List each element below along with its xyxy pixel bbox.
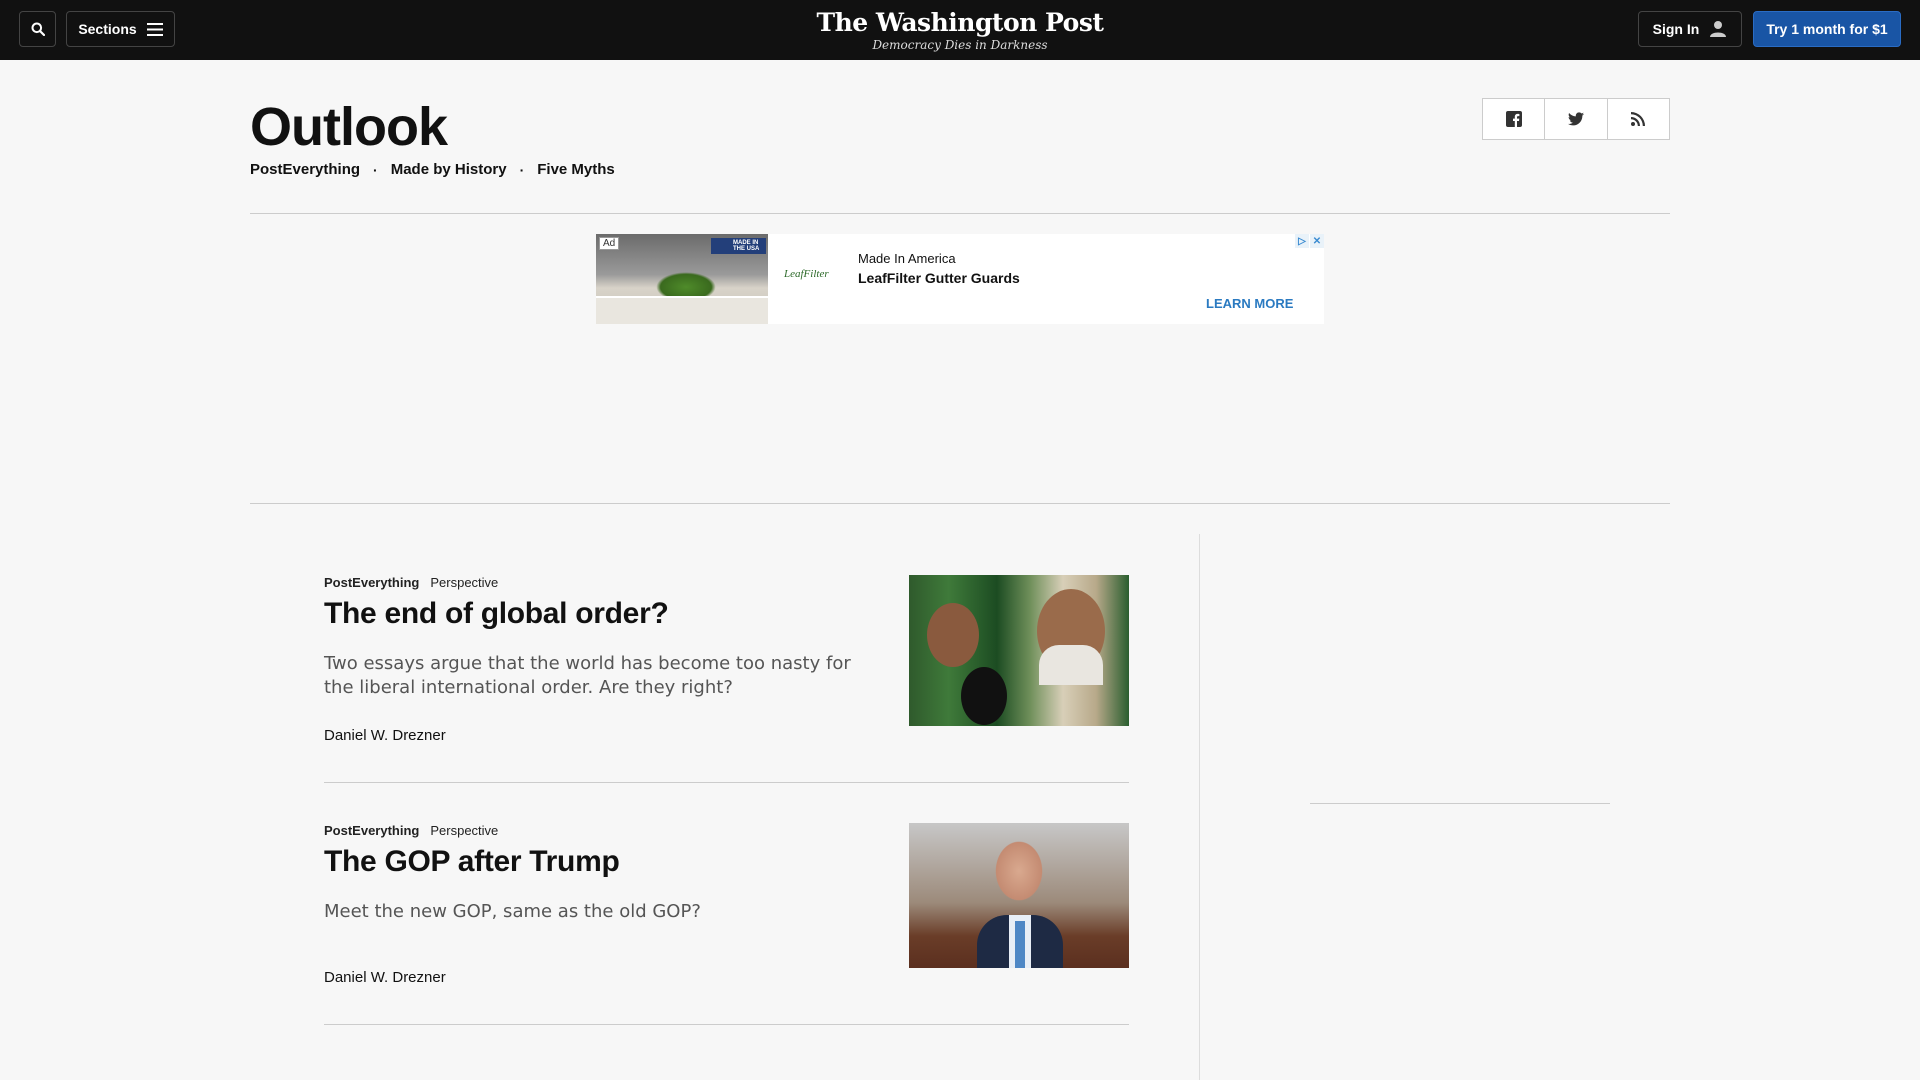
story-byline[interactable]: Daniel W. Drezner (324, 727, 446, 744)
story-label: Perspective (430, 575, 499, 590)
right-rail-divider (1310, 803, 1610, 804)
facebook-share-button[interactable] (1483, 99, 1546, 139)
column-divider (1199, 534, 1200, 1080)
trial-subscribe-button[interactable]: Try 1 month for $1 (1753, 11, 1901, 47)
ad-text-line2: LeafFilter Gutter Guards (858, 270, 1020, 286)
rss-icon (1631, 112, 1646, 126)
story-section-link[interactable]: PostEverything (324, 823, 419, 838)
story-divider (324, 1024, 1129, 1025)
ad-learn-more-link[interactable]: LEARN MORE (1206, 296, 1293, 311)
subnav-item-posteverything[interactable]: PostEverything (250, 161, 360, 178)
subnav-item-five-myths[interactable]: Five Myths (537, 161, 615, 178)
story-label: Perspective (430, 823, 499, 838)
top-bar: Sections The Washington Post Democracy D… (0, 0, 1920, 60)
ad-image: Ad MADE IN THE USA (596, 234, 768, 324)
user-icon (1710, 21, 1727, 37)
subnav-separator: · (373, 161, 378, 178)
ad-text-line1: Made In America (858, 251, 956, 266)
story-blurb: Two essays argue that the world has beco… (324, 653, 851, 698)
story-thumbnail[interactable] (909, 575, 1129, 726)
sign-in-label: Sign In (1652, 21, 1700, 37)
ad-divider (250, 503, 1670, 504)
story-divider (324, 782, 1129, 783)
rss-button[interactable] (1608, 99, 1669, 139)
twitter-icon (1567, 112, 1584, 126)
header-divider (250, 213, 1670, 214)
sign-in-button[interactable]: Sign In (1638, 11, 1742, 47)
twitter-share-button[interactable] (1545, 99, 1608, 139)
advertisement[interactable]: Ad MADE IN THE USA LeafFilter Made In Am… (596, 234, 1324, 324)
logo-tagline: Democracy Dies in Darkness (872, 38, 1048, 52)
story-thumbnail[interactable] (909, 823, 1129, 968)
ad-brand-logo: LeafFilter (784, 268, 829, 280)
subnav-item-made-by-history[interactable]: Made by History (391, 161, 507, 178)
story-headline[interactable]: The GOP after Trump (324, 843, 620, 881)
story-section-link[interactable]: PostEverything (324, 575, 419, 590)
subnav-separator: · (519, 161, 525, 178)
share-buttons (1482, 98, 1670, 140)
ad-choices-icon[interactable]: ▷ (1295, 234, 1309, 248)
ad-made-in-usa-flag: MADE IN THE USA (711, 238, 766, 254)
section-subnav: PostEverything · Made by History · Five … (250, 161, 615, 178)
story-kicker: PostEverything Perspective (324, 823, 498, 838)
facebook-icon (1505, 111, 1522, 127)
ad-choices: ▷ ✕ (1295, 234, 1324, 248)
site-logo[interactable]: The Washington Post Democracy Dies in Da… (0, 8, 1920, 52)
ad-badge: Ad (599, 237, 620, 250)
story-kicker: PostEverything Perspective (324, 575, 498, 590)
story-byline[interactable]: Daniel W. Drezner (324, 969, 446, 986)
story-headline[interactable]: The end of global order? (324, 595, 669, 633)
ad-close-icon[interactable]: ✕ (1310, 234, 1324, 248)
page-title: Outlook (250, 97, 448, 157)
logo-title: The Washington Post (816, 8, 1104, 37)
story-blurb: Meet the new GOP, same as the old GOP? (324, 901, 701, 922)
